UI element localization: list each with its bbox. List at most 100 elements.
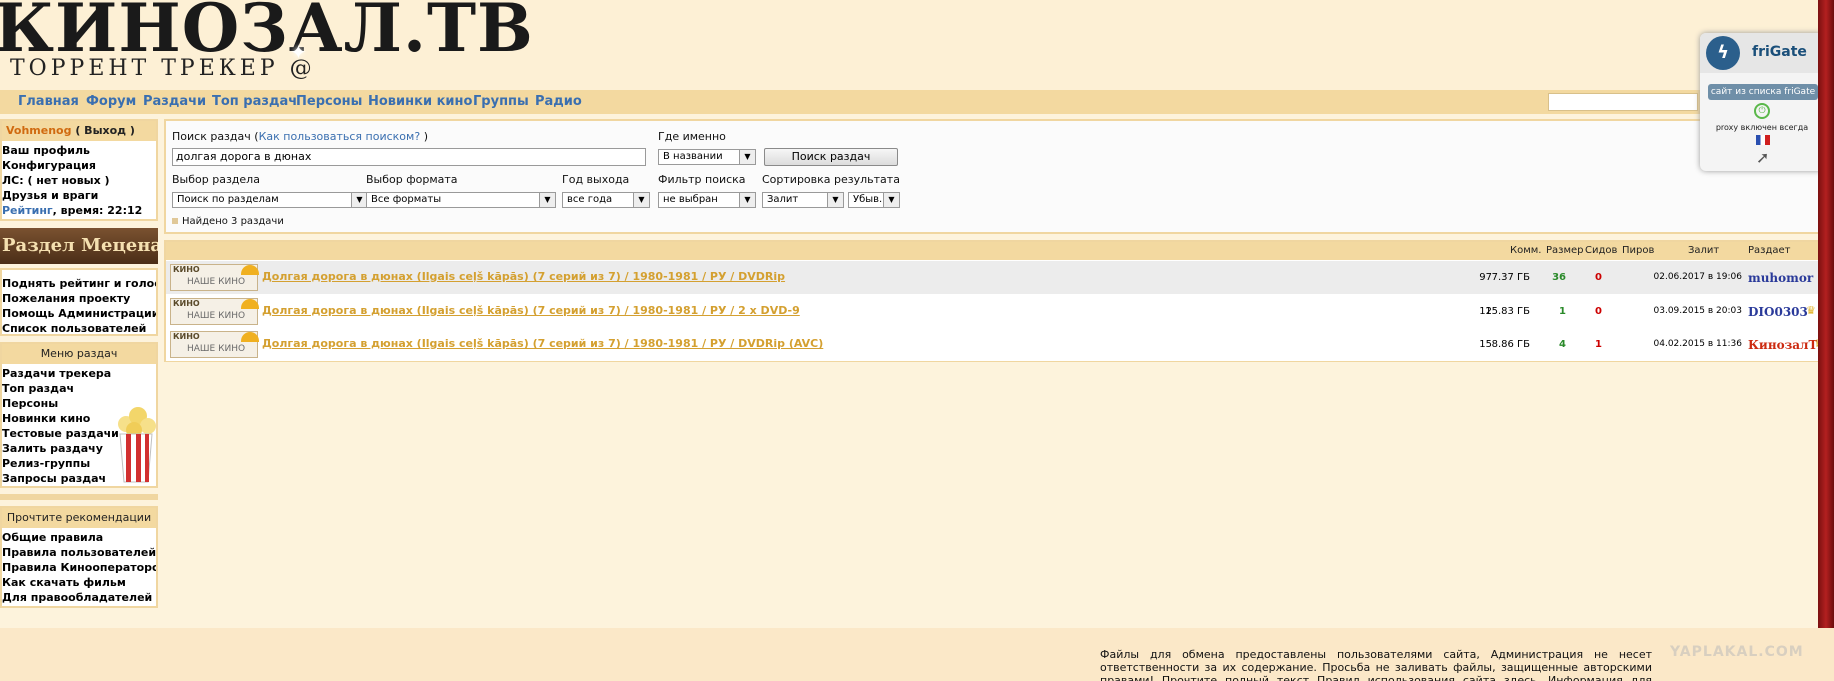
row-added: 04.02.2015 в 11:36 xyxy=(1653,339,1743,349)
release-title-link[interactable]: Долгая дорога в дюнах (Ilgais ceļš kāpās… xyxy=(262,304,800,317)
nav-search-input[interactable] xyxy=(1548,93,1698,111)
search-label-line: Поиск раздач (Как пользоваться поиском? … xyxy=(172,130,428,143)
nav-item-radio[interactable]: Радио xyxy=(535,94,582,109)
rec-item-operator-rules[interactable]: Правила Кинооператоров xyxy=(2,560,156,575)
power-icon[interactable]: ⏻ xyxy=(1754,103,1770,119)
mecenat-item-help[interactable]: Помощь Администрации xyxy=(2,306,156,321)
arrow-up-icon[interactable]: ➚ xyxy=(1756,148,1769,167)
row-seeds: 4 xyxy=(1559,339,1566,350)
frigate-header: ϟ friGate xyxy=(1700,33,1824,73)
col-comments[interactable]: Комм. xyxy=(1510,245,1541,256)
search-query-input[interactable]: долгая дорога в дюнах xyxy=(172,148,646,166)
filter-label: Фильтр поиска xyxy=(658,173,746,186)
table-row: КИНО НАШЕ КИНО Долгая дорога в дюнах (Ilg… xyxy=(166,328,1832,361)
col-peers[interactable]: Пиров xyxy=(1622,245,1654,256)
results-table: Комм. Размер Сидов Пиров Залит Раздает К… xyxy=(164,240,1834,362)
frigate-site-button[interactable]: сайт из списка friGate xyxy=(1708,84,1818,100)
sort-select[interactable]: Залит ▼ xyxy=(762,192,844,208)
mecenat-item-wishes[interactable]: Пожелания проекту xyxy=(2,291,156,306)
category-badge[interactable]: КИНО НАШЕ КИНО xyxy=(170,331,259,358)
help-close: ) xyxy=(423,130,428,143)
nav-item-groups[interactable]: Группы xyxy=(473,94,529,109)
category-badge[interactable]: КИНО НАШЕ КИНО xyxy=(170,264,259,291)
format-select[interactable]: Все форматы ▼ xyxy=(366,192,556,208)
where-select[interactable]: В названии ▼ xyxy=(658,149,756,165)
row-size: 8.86 ГБ xyxy=(1491,339,1530,350)
popcorn-icon xyxy=(116,402,156,484)
site-logo[interactable]: КИНОЗАЛ.ТВ xyxy=(0,0,534,64)
rec-item-user-rules[interactable]: Правила пользователей xyxy=(2,545,156,560)
col-added[interactable]: Залит xyxy=(1688,245,1719,256)
search-button[interactable]: Поиск раздач xyxy=(764,148,898,166)
rating-line: Рейтинг, время: 22:12 xyxy=(2,203,156,218)
nav-item-forum[interactable]: Форум xyxy=(86,94,136,109)
friends-link[interactable]: Друзья и враги xyxy=(2,188,156,203)
row-seeds: 36 xyxy=(1552,272,1566,283)
chevron-down-icon: ▼ xyxy=(739,193,755,207)
rating-link[interactable]: Рейтинг xyxy=(2,204,53,217)
release-title-link[interactable]: Долгая дорога в дюнах (Ilgais ceļš kāpās… xyxy=(262,337,823,350)
logout-link[interactable]: ( Выход ) xyxy=(75,124,135,137)
main-nav: Главная Форум Раздачи Топ раздач Персоны… xyxy=(0,90,1834,114)
nav-item-new-movies[interactable]: Новинки кино xyxy=(368,94,472,109)
menu-item-top[interactable]: Топ раздач xyxy=(2,381,156,396)
frigate-status: proxy включен всегда xyxy=(1715,123,1809,132)
row-peers: 1 xyxy=(1595,339,1602,350)
menu-item-tracker[interactable]: Раздачи трекера xyxy=(2,366,156,381)
config-link[interactable]: Конфигурация xyxy=(2,158,156,173)
releases-menu: Меню раздач Раздачи трекера Топ раздач П… xyxy=(0,342,158,488)
bullet-icon xyxy=(172,218,178,224)
filter-select[interactable]: не выбран ▼ xyxy=(658,192,756,208)
sort-select-value: Залит xyxy=(767,194,799,205)
france-flag-icon[interactable] xyxy=(1756,135,1770,145)
mecenat-item-users[interactable]: Список пользователей xyxy=(2,321,156,336)
chevron-down-icon: ▼ xyxy=(351,193,367,207)
order-select[interactable]: Убыв. ▼ xyxy=(848,192,900,208)
category-top: КИНО xyxy=(173,299,200,308)
col-size[interactable]: Размер xyxy=(1546,245,1584,256)
chevron-down-icon: ▼ xyxy=(539,193,555,207)
row-size: 15.83 ГБ xyxy=(1485,306,1530,317)
chevron-down-icon: ▼ xyxy=(739,150,755,164)
nav-item-releases[interactable]: Раздачи xyxy=(143,94,206,109)
table-row: КИНО НАШЕ КИНО Долгая дорога в дюнах (Ilg… xyxy=(166,261,1832,294)
uploader-link[interactable]: muhomor xyxy=(1748,271,1813,285)
username[interactable]: Vohmenog xyxy=(6,124,71,137)
year-label: Год выхода xyxy=(562,173,630,186)
year-select[interactable]: все года ▼ xyxy=(562,192,650,208)
row-added: 03.09.2015 в 20:03 xyxy=(1653,306,1743,316)
category-badge[interactable]: КИНО НАШЕ КИНО xyxy=(170,298,259,325)
chevron-down-icon: ▼ xyxy=(827,193,843,207)
search-help-link[interactable]: Как пользоваться поиском? xyxy=(259,130,421,143)
sidebar-divider xyxy=(0,494,158,500)
nav-item-home[interactable]: Главная xyxy=(18,94,79,109)
section-select-value: Поиск по разделам xyxy=(177,194,279,205)
row-seeds: 1 xyxy=(1559,306,1566,317)
chevron-down-icon: ▼ xyxy=(883,193,899,207)
category-label: НАШЕ КИНО xyxy=(187,344,246,354)
row-added: 02.06.2017 в 19:06 xyxy=(1653,272,1743,282)
nav-item-top[interactable]: Топ раздач xyxy=(212,94,297,109)
uploader-link[interactable]: DIO0303 xyxy=(1748,305,1808,319)
col-uploader[interactable]: Раздает xyxy=(1748,245,1791,256)
order-select-value: Убыв. xyxy=(853,194,883,205)
sort-label: Сортировка результата xyxy=(762,173,900,186)
server-time: , время: 22:12 xyxy=(52,204,143,217)
results-header: Комм. Размер Сидов Пиров Залит Раздает xyxy=(166,242,1832,260)
release-title-link[interactable]: Долгая дорога в дюнах (Ilgais ceļš kāpās… xyxy=(262,270,785,283)
nav-item-persons[interactable]: Персоны xyxy=(296,94,362,109)
rec-item-rightholders[interactable]: Для правообладателей xyxy=(2,590,156,605)
lightning-icon: ϟ xyxy=(1706,36,1740,70)
rec-item-how-download[interactable]: Как скачать фильм xyxy=(2,575,156,590)
section-select[interactable]: Поиск по разделам ▼ xyxy=(172,192,368,208)
category-top: КИНО xyxy=(173,265,200,274)
col-seeds[interactable]: Сидов xyxy=(1585,245,1617,256)
mecenat-banner[interactable]: Раздел Меценатов xyxy=(0,228,158,264)
chevron-down-icon: ▼ xyxy=(633,193,649,207)
format-select-value: Все форматы xyxy=(371,194,442,205)
mecenat-item-rating[interactable]: Поднять рейтинг и голоса xyxy=(2,276,156,291)
rec-item-general-rules[interactable]: Общие правила xyxy=(2,530,156,545)
profile-link[interactable]: Ваш профиль xyxy=(2,143,156,158)
category-label: НАШЕ КИНО xyxy=(187,311,246,321)
pm-link[interactable]: ЛС: ( нет новых ) xyxy=(2,173,156,188)
